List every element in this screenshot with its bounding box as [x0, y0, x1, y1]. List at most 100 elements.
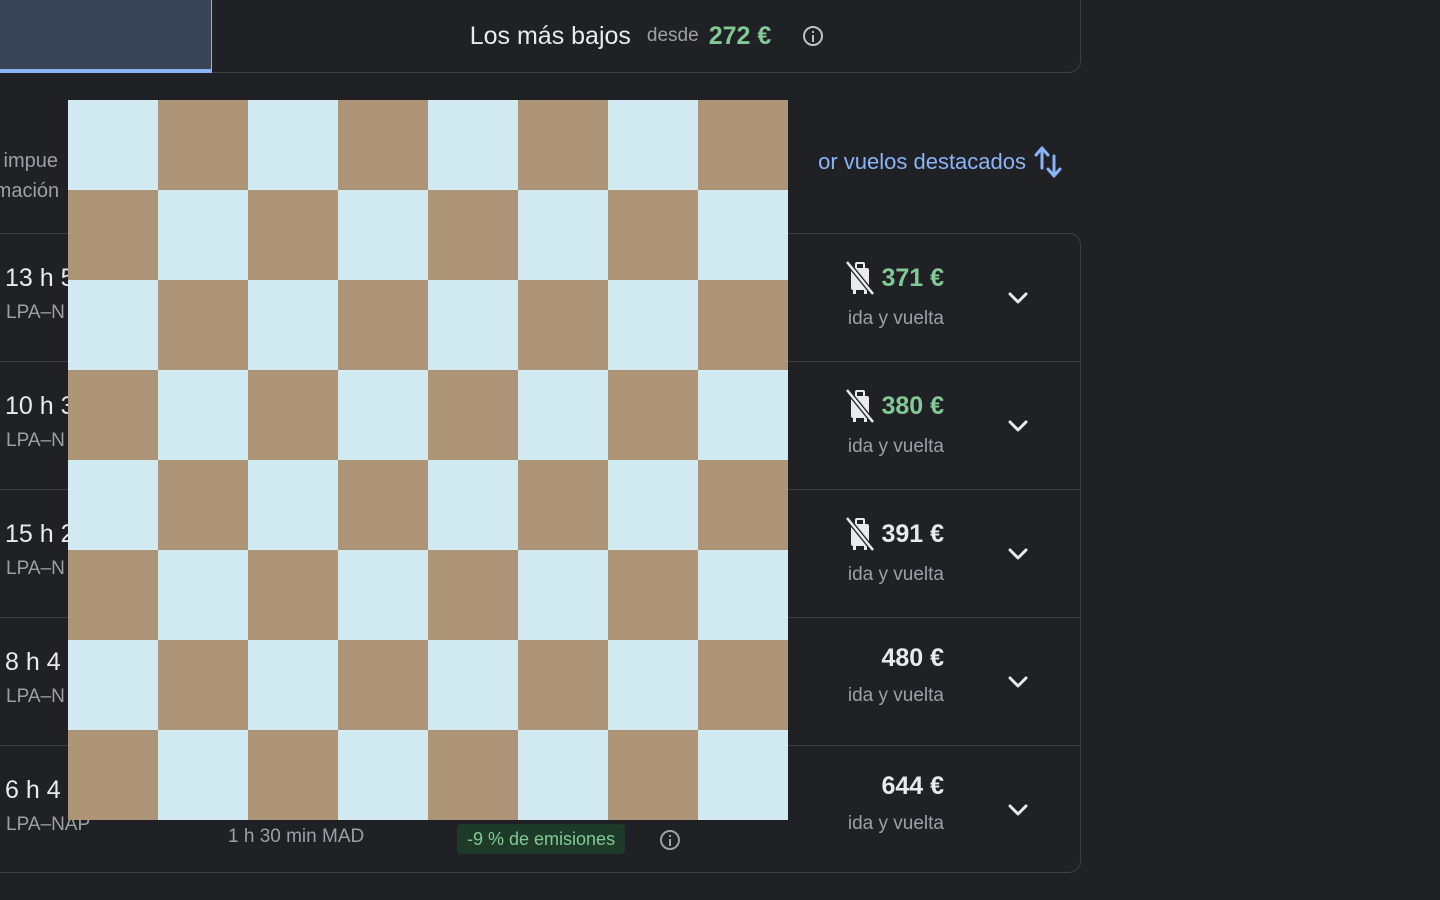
board-square — [248, 550, 338, 640]
board-square — [518, 280, 608, 370]
no-carry-on-bag-icon — [843, 260, 877, 296]
board-square — [248, 370, 338, 460]
board-square — [698, 280, 788, 370]
expand-chevron-down-icon[interactable] — [1004, 540, 1032, 568]
flight-duration: 10 h 3 — [5, 392, 75, 420]
board-square — [698, 460, 788, 550]
tab-cheapest-from: desde — [646, 25, 699, 46]
board-square — [248, 460, 338, 550]
board-square — [608, 370, 698, 460]
board-square — [428, 730, 518, 820]
flight-duration: 6 h 4 — [5, 776, 61, 804]
flight-price: 380 € — [881, 391, 944, 420]
board-square — [608, 190, 698, 280]
flight-duration: 13 h 5 — [5, 264, 75, 292]
board-square — [338, 190, 428, 280]
board-square — [68, 730, 158, 820]
flight-route: LPA–N — [6, 430, 65, 451]
board-square — [158, 100, 248, 190]
board-square — [158, 190, 248, 280]
flight-price: 644 € — [881, 772, 944, 800]
stop-info: 1 h 30 min MAD — [228, 826, 365, 847]
emissions-badge: -9 % de emisiones — [457, 824, 626, 854]
board-square — [698, 550, 788, 640]
flight-duration: 15 h 2 — [5, 520, 75, 548]
flight-price: 480 € — [881, 644, 944, 672]
board-square — [428, 640, 518, 730]
flight-route: LPA–N — [6, 686, 65, 707]
board-square — [248, 280, 338, 370]
board-square — [68, 190, 158, 280]
tab-cheapest-label: Los más bajos — [469, 21, 631, 50]
price-trip-type: ida y vuelta — [847, 685, 944, 706]
board-square — [428, 370, 518, 460]
price-block: 391 € ida y vuelta — [843, 516, 944, 586]
board-square — [248, 640, 338, 730]
price-block: 380 € ida y vuelta — [843, 388, 944, 458]
board-square — [698, 370, 788, 460]
emissions-info-icon[interactable] — [660, 830, 680, 850]
price-block: 644 € ida y vuelta — [848, 772, 944, 835]
flight-price: 391 € — [881, 519, 944, 548]
board-square — [68, 370, 158, 460]
price-line: 391 € — [843, 516, 944, 552]
sort-by-label: or vuelos destacados — [818, 149, 1026, 174]
board-square — [518, 190, 608, 280]
flight-price: 371 € — [881, 263, 944, 292]
price-note-line2[interactable]: rmación — [0, 176, 59, 206]
board-square — [158, 370, 248, 460]
board-square — [518, 550, 608, 640]
price-line: 644 € — [848, 772, 944, 801]
sort-by-button[interactable]: or vuelos destacados — [818, 144, 1062, 180]
board-square — [608, 460, 698, 550]
tab-cheapest[interactable]: Los más bajos desde 272 € — [213, 0, 1080, 72]
checkerboard-image — [68, 100, 789, 821]
board-square — [698, 190, 788, 280]
tab-cheapest-price: 272 € — [708, 21, 772, 50]
price-block: 371 € ida y vuelta — [843, 260, 944, 330]
tab-selected-indicator — [0, 69, 212, 73]
no-carry-on-bag-icon — [843, 388, 877, 424]
price-trip-type: ida y vuelta — [847, 308, 944, 329]
board-square — [698, 730, 788, 820]
board-square — [158, 730, 248, 820]
board-square — [338, 370, 428, 460]
board-square — [518, 730, 608, 820]
board-square — [518, 460, 608, 550]
expand-chevron-down-icon[interactable] — [1004, 668, 1032, 696]
board-square — [338, 640, 428, 730]
board-square — [608, 100, 698, 190]
board-square — [428, 190, 518, 280]
sort-arrows-icon — [1034, 144, 1062, 180]
price-note: s impue rmación — [0, 146, 59, 206]
expand-chevron-down-icon[interactable] — [1004, 796, 1032, 824]
board-square — [248, 730, 338, 820]
board-square — [338, 460, 428, 550]
price-trip-type: ida y vuelta — [847, 564, 944, 585]
info-icon[interactable] — [803, 26, 824, 46]
flight-route: LPA–N — [6, 302, 65, 323]
board-square — [428, 280, 518, 370]
board-square — [158, 640, 248, 730]
tab-best[interactable] — [0, 0, 212, 73]
board-square — [158, 280, 248, 370]
board-square — [68, 280, 158, 370]
expand-chevron-down-icon[interactable] — [1004, 284, 1032, 312]
price-trip-type: ida y vuelta — [847, 813, 944, 834]
price-block: 480 € ida y vuelta — [848, 644, 944, 707]
board-square — [428, 100, 518, 190]
no-carry-on-bag-icon — [843, 516, 877, 552]
board-square — [158, 460, 248, 550]
price-note-line1: s impue — [0, 150, 59, 172]
price-line: 380 € — [843, 388, 944, 424]
board-square — [428, 550, 518, 640]
board-square — [518, 370, 608, 460]
board-square — [608, 550, 698, 640]
flight-duration: 8 h 4 — [5, 648, 61, 676]
board-square — [518, 640, 608, 730]
board-square — [68, 460, 158, 550]
expand-chevron-down-icon[interactable] — [1004, 412, 1032, 440]
board-square — [608, 280, 698, 370]
board-square — [248, 100, 338, 190]
board-square — [698, 640, 788, 730]
